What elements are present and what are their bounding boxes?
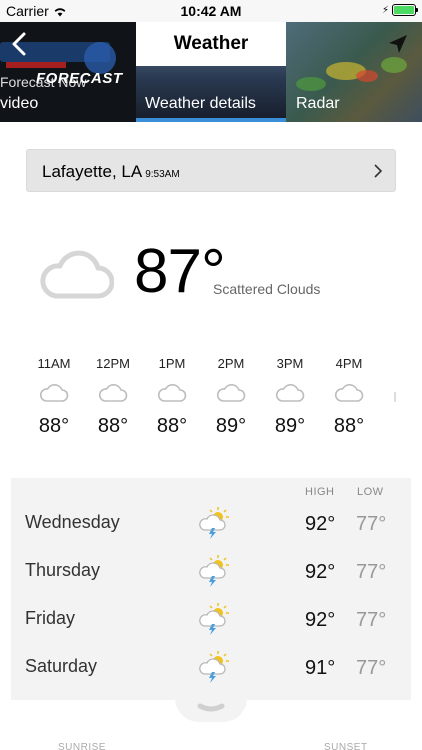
cloud-icon xyxy=(98,384,128,402)
day-name: Friday xyxy=(25,608,76,628)
day-low: 77° xyxy=(356,561,387,583)
status-time: 10:42 AM xyxy=(180,3,242,19)
chevron-right-icon xyxy=(374,164,383,178)
hourly-forecast[interactable]: 11AM 88° 12PM 88° 1PM 88° 2PM 89° 3PM 89… xyxy=(24,356,422,456)
tab-radar-label: Radar xyxy=(296,95,340,112)
daily-row[interactable]: Wednesday 92° 77° xyxy=(11,500,411,548)
city-name: Lafayette, LA xyxy=(42,162,143,181)
observation-time: 9:53AM xyxy=(145,169,180,180)
location-city: Lafayette, LA 9:53AM xyxy=(42,162,180,182)
hourly-item: 12PM 88° xyxy=(83,356,143,438)
sunrise-label: SUNRISE xyxy=(58,742,106,750)
hour-temp: 88° xyxy=(333,415,365,437)
cloud-icon xyxy=(157,384,187,402)
day-high: 91° xyxy=(305,657,336,679)
video-overlay-title: FORECAST xyxy=(36,70,123,87)
daily-row[interactable]: Thursday 92° 77° xyxy=(11,548,411,596)
hourly-item: 1PM 88° xyxy=(142,356,202,438)
location-arrow-icon[interactable] xyxy=(386,32,410,56)
hour-temp: 89° xyxy=(274,415,306,437)
hourly-item: 11AM 88° xyxy=(24,356,84,438)
thunderstorm-sun-icon xyxy=(199,651,229,683)
hour-time: 1PM xyxy=(158,356,186,371)
battery-indicator: ⚡ xyxy=(381,4,418,16)
sunset-label: SUNSET xyxy=(324,742,368,750)
selected-tab-indicator xyxy=(136,118,286,122)
day-low: 77° xyxy=(356,657,387,679)
day-high: 92° xyxy=(305,561,336,583)
tab-weather-details-label: Weather details xyxy=(145,95,256,112)
thunderstorm-sun-icon xyxy=(199,507,229,539)
hour-time: 11AM xyxy=(37,356,71,371)
day-high: 92° xyxy=(305,513,336,535)
hourly-item: 3PM 89° xyxy=(260,356,320,438)
current-temperature: 87° xyxy=(134,237,226,306)
low-column-header: LOW xyxy=(357,486,384,498)
cloud-icon xyxy=(39,384,69,402)
hour-time: 12PM xyxy=(96,356,130,371)
battery-icon xyxy=(392,4,418,16)
hourly-item: 4PM 88° xyxy=(319,356,379,438)
hour-temp: 88° xyxy=(38,415,70,437)
hour-time: 3PM xyxy=(276,356,304,371)
scroll-hint xyxy=(394,392,396,402)
hour-time: 2PM xyxy=(217,356,245,371)
current-conditions: 87° Scattered Clouds xyxy=(0,232,422,312)
hourly-item: 2PM 89° xyxy=(201,356,261,438)
day-name: Saturday xyxy=(25,656,98,676)
location-selector[interactable]: Lafayette, LA 9:53AM xyxy=(26,149,396,192)
tab-video-label: video xyxy=(0,95,39,112)
hour-temp: 88° xyxy=(97,415,129,437)
day-low: 77° xyxy=(356,513,387,535)
expand-pull-tab[interactable] xyxy=(175,698,247,722)
cloud-icon xyxy=(275,384,305,402)
status-bar: Carrier 10:42 AM ⚡ xyxy=(0,0,422,22)
thunderstorm-sun-icon xyxy=(199,555,229,587)
hour-temp: 89° xyxy=(215,415,247,437)
day-name: Thursday xyxy=(25,560,101,580)
day-name: Wednesday xyxy=(25,512,120,532)
daily-row[interactable]: Friday 92° 77° xyxy=(11,596,411,644)
day-low: 77° xyxy=(356,609,387,631)
cloud-icon xyxy=(216,384,246,402)
daily-row[interactable]: Saturday 91° 77° xyxy=(11,644,411,692)
navigation-bar: Weather xyxy=(0,22,422,66)
high-column-header: HIGH xyxy=(305,486,335,498)
charging-icon: ⚡ xyxy=(381,4,389,16)
chevron-down-icon xyxy=(197,703,225,712)
cloud-icon xyxy=(334,384,364,402)
thunderstorm-sun-icon xyxy=(199,603,229,635)
hour-temp: 88° xyxy=(156,415,188,437)
cloud-icon xyxy=(40,250,114,299)
current-condition: Scattered Clouds xyxy=(213,281,321,297)
page-title: Weather xyxy=(173,33,249,54)
day-high: 92° xyxy=(305,609,336,631)
daily-forecast-panel: HIGH LOW Wednesday 92° 77° Thursday 92° … xyxy=(11,478,411,700)
hour-time: 4PM xyxy=(335,356,363,371)
